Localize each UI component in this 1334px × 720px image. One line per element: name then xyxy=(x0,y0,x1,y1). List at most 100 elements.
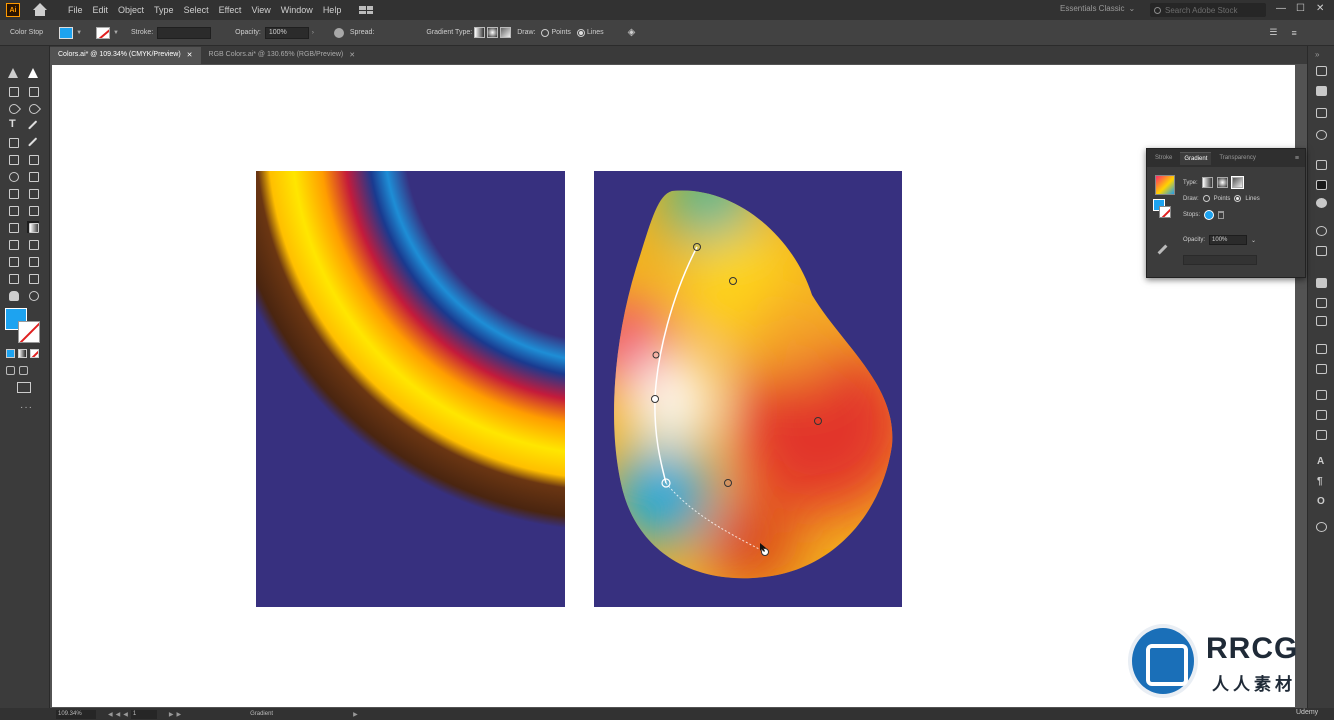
menu-view[interactable]: View xyxy=(251,5,270,15)
gradient-panel-icon[interactable] xyxy=(1316,180,1327,190)
lines-radio[interactable] xyxy=(1234,195,1242,202)
edit-toolbar-icon[interactable]: ··· xyxy=(20,402,33,413)
menu-file[interactable]: File xyxy=(68,5,83,15)
perspective-grid-tool-icon[interactable] xyxy=(27,204,39,216)
draw-normal-icon[interactable] xyxy=(6,366,15,375)
column-graph-tool-icon[interactable] xyxy=(27,255,39,267)
points-radio[interactable] xyxy=(541,28,550,37)
line-tool-icon[interactable] xyxy=(27,119,39,131)
paragraph-icon[interactable]: ¶ xyxy=(1317,476,1323,487)
radial-type-button[interactable] xyxy=(1216,177,1228,188)
location-field[interactable] xyxy=(1183,255,1257,265)
direct-selection-tool-icon[interactable] xyxy=(27,68,39,80)
color-guide-icon[interactable] xyxy=(1316,108,1327,118)
appearance-icon[interactable] xyxy=(1316,226,1327,236)
width-tool-icon[interactable] xyxy=(7,187,19,199)
style-icon[interactable] xyxy=(333,27,344,38)
artboards-icon[interactable] xyxy=(1316,298,1327,308)
menu-effect[interactable]: Effect xyxy=(219,5,242,15)
artboard-nav-icon[interactable]: ▶▶ xyxy=(169,711,184,718)
tab-gradient[interactable]: Gradient xyxy=(1180,151,1212,165)
menu-help[interactable]: Help xyxy=(323,5,342,15)
rotate-tool-icon[interactable] xyxy=(7,170,19,182)
align-icon[interactable] xyxy=(1316,410,1327,420)
color-mode-icon[interactable] xyxy=(6,349,15,358)
stroke-color-swatch[interactable] xyxy=(18,321,40,343)
menu-select[interactable]: Select xyxy=(184,5,209,15)
eyedropper-tool-icon[interactable] xyxy=(7,238,19,250)
chevron-down-icon[interactable]: ▼ xyxy=(76,30,82,36)
chevron-right-icon[interactable]: ▶ xyxy=(353,711,358,718)
symbols-icon[interactable] xyxy=(1316,344,1327,354)
freeform-type-button[interactable] xyxy=(1230,176,1244,189)
selection-tool-icon[interactable] xyxy=(7,68,19,80)
paintbrush-tool-icon[interactable] xyxy=(27,136,39,148)
opacity-field[interactable]: 100% xyxy=(1209,235,1248,245)
slice-tool-icon[interactable] xyxy=(27,272,39,284)
symbol-sprayer-tool-icon[interactable] xyxy=(7,255,19,267)
linear-gradient-button[interactable] xyxy=(474,27,486,38)
chevron-right-icon[interactable]: › xyxy=(312,30,314,36)
transform-icon[interactable] xyxy=(1316,390,1327,400)
type-tool-icon[interactable] xyxy=(7,118,19,131)
arrange-documents-icon[interactable] xyxy=(359,6,374,14)
pen-tool-icon[interactable] xyxy=(7,102,19,114)
chevron-down-icon[interactable]: ⌄ xyxy=(1251,237,1256,244)
maximize-button[interactable]: ☐ xyxy=(1296,3,1305,14)
workspace-switcher[interactable]: Essentials Classic ⌄ xyxy=(1060,4,1135,13)
freeform-gradient-button[interactable] xyxy=(500,27,512,38)
asset-export-icon[interactable] xyxy=(1316,316,1327,326)
cc-libraries-icon[interactable] xyxy=(1316,130,1327,140)
panel-menu-icon[interactable]: ≡ xyxy=(1295,155,1299,162)
canvas[interactable] xyxy=(52,65,1295,707)
screen-mode-icon[interactable] xyxy=(17,382,31,393)
menu-object[interactable]: Object xyxy=(118,5,144,15)
stroke-swatch[interactable] xyxy=(96,26,111,39)
graphic-styles-icon[interactable] xyxy=(1316,246,1327,256)
blend-tool-icon[interactable] xyxy=(27,238,39,250)
close-icon[interactable]: ✕ xyxy=(349,51,355,64)
gradient-tool-icon[interactable] xyxy=(27,221,39,233)
artboard-tool-icon[interactable] xyxy=(7,272,19,284)
links-icon[interactable] xyxy=(1316,522,1327,532)
shaper-tool-icon[interactable] xyxy=(7,153,19,165)
home-icon[interactable] xyxy=(32,3,48,17)
lines-radio[interactable] xyxy=(576,28,585,37)
none-mode-icon[interactable] xyxy=(30,349,39,358)
character-icon[interactable]: A xyxy=(1317,456,1324,467)
minimize-button[interactable]: — xyxy=(1276,3,1286,14)
panel-menu-icon[interactable]: ≡ xyxy=(1291,28,1296,38)
stroke-panel-icon[interactable] xyxy=(1316,160,1327,170)
opentype-icon[interactable]: O xyxy=(1317,496,1325,507)
document-setup-icon[interactable]: ☰ xyxy=(1269,27,1277,38)
artboard-left-arc[interactable] xyxy=(256,171,565,607)
tab-colors[interactable]: Colors.ai* @ 109.34% (CMYK/Preview) ✕ xyxy=(50,47,201,64)
trash-icon[interactable] xyxy=(1218,211,1225,219)
close-button[interactable]: ✕ xyxy=(1316,3,1324,14)
eyedropper-icon[interactable] xyxy=(1157,244,1168,255)
tab-transparency[interactable]: Transparency xyxy=(1215,152,1259,164)
curvature-tool-icon[interactable] xyxy=(27,102,39,114)
libraries-icon[interactable] xyxy=(1316,86,1327,96)
rectangle-tool-icon[interactable] xyxy=(7,136,19,148)
panel-stroke-swatch[interactable] xyxy=(1159,206,1171,218)
brushes-icon[interactable] xyxy=(1316,364,1327,374)
chevron-down-icon[interactable]: ▼ xyxy=(113,30,119,36)
properties-icon[interactable] xyxy=(1316,66,1327,76)
close-icon[interactable]: ✕ xyxy=(187,51,193,64)
gradient-mode-icon[interactable] xyxy=(18,349,27,358)
color-stop[interactable] xyxy=(651,395,659,403)
linear-type-button[interactable] xyxy=(1201,177,1213,188)
menu-edit[interactable]: Edit xyxy=(93,5,109,15)
tab-rgb-colors[interactable]: RGB Colors.ai* @ 130.65% (RGB/Preview) ✕ xyxy=(201,47,364,64)
pathfinder-icon[interactable] xyxy=(1316,430,1327,440)
stop-color-swatch[interactable] xyxy=(1204,210,1215,220)
points-radio[interactable] xyxy=(1202,195,1210,202)
menu-type[interactable]: Type xyxy=(154,5,174,15)
hand-tool-icon[interactable] xyxy=(7,289,19,301)
mesh-tool-icon[interactable] xyxy=(7,221,19,233)
menu-window[interactable]: Window xyxy=(281,5,313,15)
opacity-field[interactable]: 100% xyxy=(264,26,309,39)
shape-builder-tool-icon[interactable] xyxy=(7,204,19,216)
lasso-tool-icon[interactable] xyxy=(27,85,39,97)
